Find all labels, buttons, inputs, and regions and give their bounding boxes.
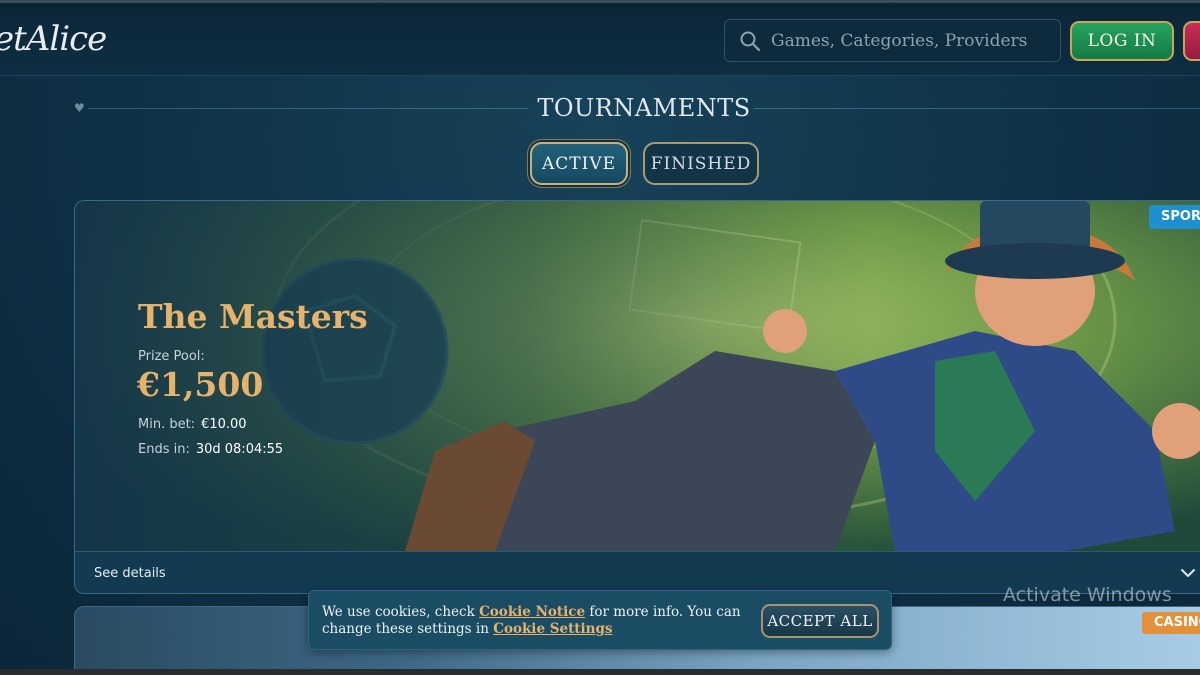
tab-active[interactable]: ACTIVE <box>530 142 628 185</box>
divider <box>754 108 1200 109</box>
section-title-row: ♥ TOURNAMENTS <box>74 94 1200 124</box>
search-input[interactable] <box>771 30 1051 51</box>
page-title: TOURNAMENTS <box>537 94 751 122</box>
cookie-settings-link[interactable]: Cookie Settings <box>493 621 612 637</box>
search-box[interactable] <box>724 19 1061 62</box>
tab-finished[interactable]: FINISHED <box>643 142 759 185</box>
top-header: etAlice LOG IN <box>0 0 1200 76</box>
search-icon <box>739 30 761 52</box>
prize-pool-label: Prize Pool: <box>138 349 205 364</box>
divider <box>88 108 528 109</box>
signup-button[interactable] <box>1183 21 1200 61</box>
min-bet: Min. bet: €10.00 <box>138 417 247 432</box>
chevron-down-icon <box>1179 564 1197 582</box>
tournament-name: The Masters <box>138 297 368 336</box>
ends-in-label: Ends in: <box>138 442 190 457</box>
windows-activation-watermark: Activate Windows <box>1003 584 1172 606</box>
cookie-text-1: We use cookies, check <box>322 604 475 620</box>
tournament-card[interactable]: SPORT The Masters Prize Pool: €1,500 Min… <box>74 200 1200 594</box>
accept-all-button[interactable]: ACCEPT ALL <box>761 604 879 638</box>
taskbar-edge <box>0 669 1200 675</box>
cookie-banner: We use cookies, check Cookie Notice for … <box>308 590 892 650</box>
heart-icon: ♥ <box>74 101 85 115</box>
category-badge-casino: CASINO <box>1142 612 1200 634</box>
category-badge: SPORT <box>1149 205 1200 229</box>
see-details-label: See details <box>94 566 166 581</box>
cookie-notice-link[interactable]: Cookie Notice <box>479 604 585 620</box>
logo[interactable]: etAlice <box>0 19 107 59</box>
ends-in: Ends in: 30d 08:04:55 <box>138 442 283 457</box>
page: etAlice LOG IN ♥ TOURNAMENTS ACTIVE FINI… <box>0 0 1200 675</box>
prize-pool-value: €1,500 <box>137 365 264 404</box>
min-bet-value: €10.00 <box>201 417 247 432</box>
cookie-message: We use cookies, check Cookie Notice for … <box>322 604 742 638</box>
login-button[interactable]: LOG IN <box>1070 21 1174 61</box>
ends-in-value: 30d 08:04:55 <box>195 442 284 457</box>
min-bet-label: Min. bet: <box>138 417 196 432</box>
